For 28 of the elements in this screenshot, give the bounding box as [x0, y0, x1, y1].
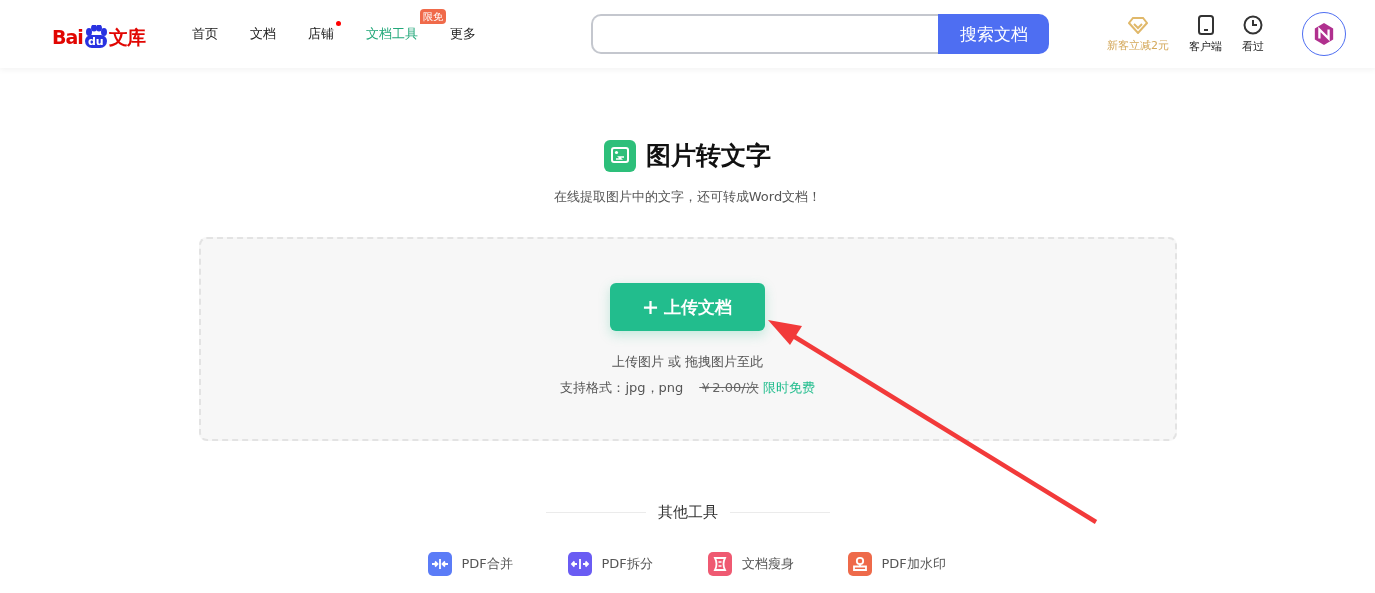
hexagon-logo-icon	[1313, 22, 1335, 46]
tool-link[interactable]: PDF拆分	[567, 552, 668, 576]
upload-area[interactable]: 上传文档 上传图片 或 拖拽图片至此 支持格式：jpg，png ￥2.00/次 限时免费	[198, 237, 1177, 441]
clock-icon	[1243, 14, 1263, 35]
badge: 限免	[420, 9, 446, 24]
header-link[interactable]: 看过	[1242, 14, 1264, 54]
tool-link[interactable]: PDF加水印	[847, 552, 948, 576]
old-price: ￥2.00/次	[699, 379, 759, 397]
tool-link[interactable]: 文档瘦身	[707, 552, 808, 576]
offer-label: 限时免费	[762, 379, 815, 397]
search-field[interactable]	[591, 14, 938, 54]
subtitle: 在线提取图片中的文字，还可转成Word文档！	[553, 188, 822, 206]
nav-link[interactable]: 首页	[192, 25, 218, 43]
format-note: 支持格式：jpg，png	[560, 379, 684, 397]
section-heading: 其他工具	[657, 503, 718, 522]
plus-icon	[643, 299, 658, 315]
nav-link[interactable]: 文档	[250, 25, 276, 43]
header-link[interactable]: 客户端	[1189, 14, 1222, 54]
nav-link[interactable]: 更多	[450, 25, 476, 43]
search-button[interactable]: 搜索文档	[938, 14, 1049, 54]
image-convert-icon	[604, 139, 636, 172]
logo[interactable]: Bai du 文库	[52, 20, 192, 48]
upload-hint: 上传图片 或 拖拽图片至此	[611, 353, 764, 371]
nav-link[interactable]: 店铺	[308, 25, 334, 43]
diamond-icon	[1128, 15, 1148, 34]
tablet-icon	[1197, 14, 1214, 35]
tool-link[interactable]: PDF合并	[427, 552, 528, 576]
page-title: 图片转文字	[646, 140, 771, 172]
